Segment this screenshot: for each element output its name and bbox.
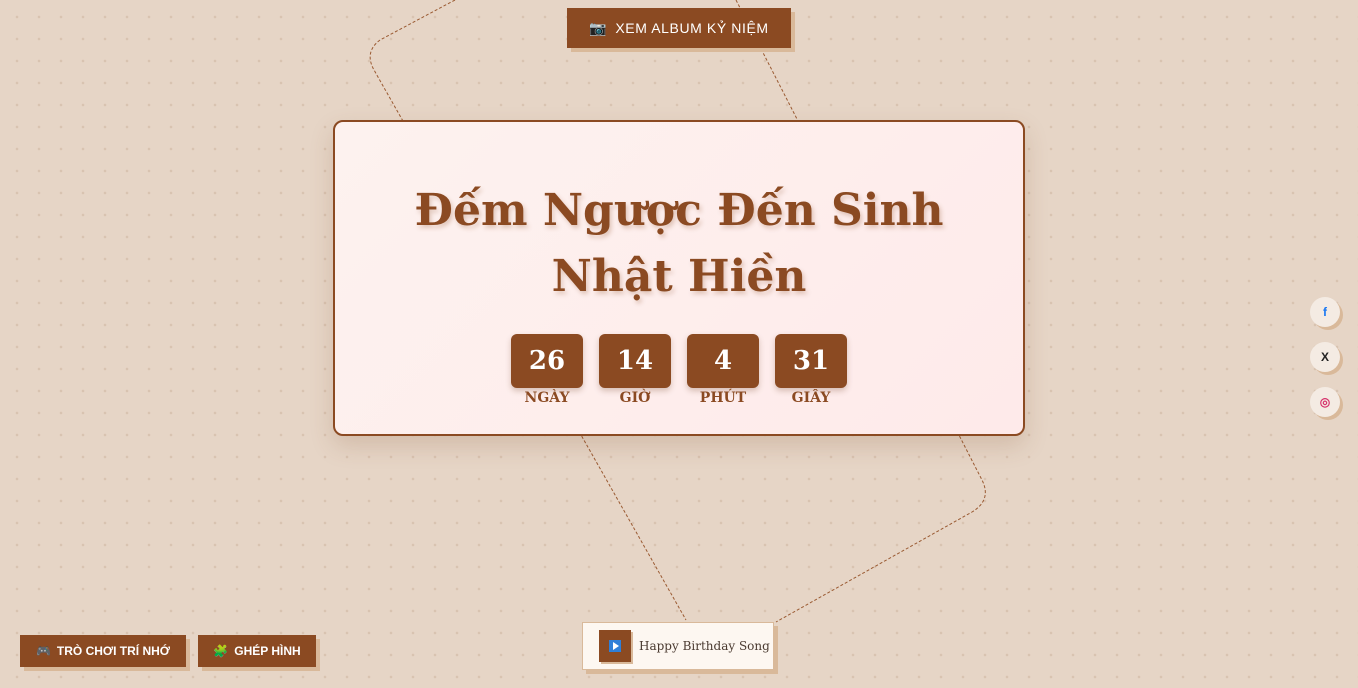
countdown-seconds-label: GIÂY [791, 390, 831, 406]
memory-game-label: TRÒ CHƠI TRÍ NHỚ [56, 644, 171, 658]
camera-icon: 📷 [589, 19, 608, 36]
countdown-timer: 26 NGÀY 14 GIỜ 4 PHÚT 31 GIÂY [511, 334, 847, 406]
countdown-seconds-value: 31 [775, 334, 847, 388]
memory-game-button[interactable]: 🎮 TRÒ CHƠI TRÍ NHỚ [20, 635, 186, 667]
song-title: Happy Birthday Song [639, 639, 770, 653]
countdown-seconds: 31 GIÂY [775, 334, 847, 406]
play-icon [609, 640, 621, 652]
puzzle-icon: 🧩 [213, 644, 229, 658]
countdown-hours: 14 GIỜ [599, 334, 671, 406]
facebook-icon: f [1323, 305, 1327, 319]
page-title: Đếm Ngược Đến Sinh Nhật Hiền [414, 185, 944, 302]
facebook-share-button[interactable]: f [1310, 297, 1340, 327]
countdown-days-value: 26 [511, 334, 583, 388]
puzzle-game-button[interactable]: 🧩 GHÉP HÌNH [198, 635, 316, 667]
countdown-minutes: 4 PHÚT [687, 334, 759, 406]
instagram-icon: ◎ [1319, 395, 1331, 409]
countdown-hours-label: GIỜ [619, 390, 651, 406]
countdown-days: 26 NGÀY [511, 334, 583, 406]
view-album-label: XEM ALBUM KỶ NIỆM [615, 20, 769, 36]
play-button[interactable] [599, 630, 631, 662]
puzzle-game-label: GHÉP HÌNH [234, 644, 301, 658]
countdown-minutes-label: PHÚT [699, 390, 747, 406]
x-share-button[interactable]: X [1310, 342, 1340, 372]
countdown-hours-value: 14 [599, 334, 671, 388]
instagram-share-button[interactable]: ◎ [1310, 387, 1340, 417]
countdown-days-label: NGÀY [524, 390, 570, 406]
music-player: Happy Birthday Song [582, 622, 774, 670]
countdown-card: Đếm Ngược Đến Sinh Nhật Hiền 26 NGÀY 14 … [333, 120, 1025, 436]
view-album-button[interactable]: 📷 XEM ALBUM KỶ NIỆM [567, 8, 791, 48]
countdown-minutes-value: 4 [687, 334, 759, 388]
x-icon: X [1320, 350, 1329, 364]
gamepad-icon: 🎮 [35, 644, 51, 658]
